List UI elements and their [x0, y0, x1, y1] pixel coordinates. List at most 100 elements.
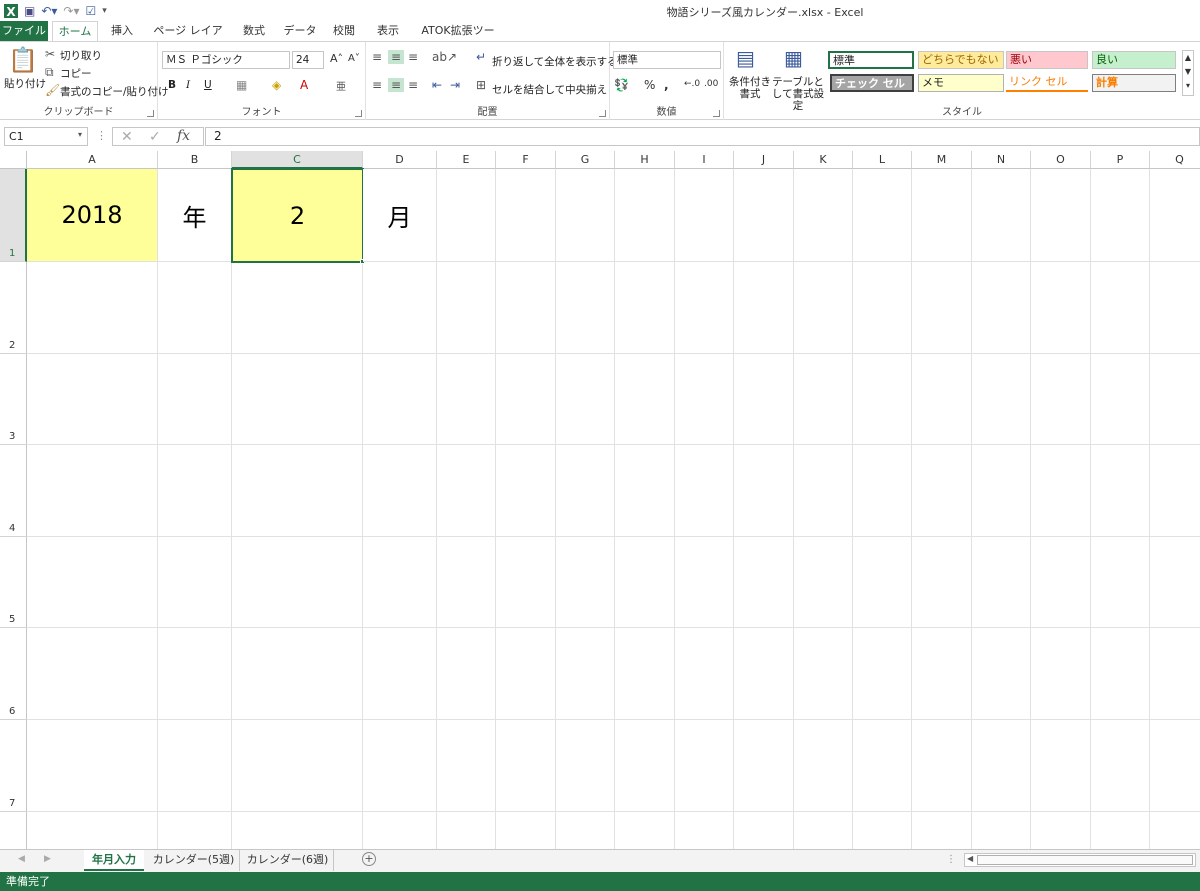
grid-cell[interactable] [158, 445, 232, 537]
horizontal-scrollbar[interactable]: ◀ [964, 853, 1196, 867]
grid-cell[interactable] [556, 262, 615, 354]
grid-cell[interactable] [794, 720, 853, 812]
grid-cell[interactable] [794, 628, 853, 720]
grid-cell[interactable] [794, 445, 853, 537]
grid-cell[interactable] [912, 720, 972, 812]
grid-cell[interactable] [1091, 720, 1150, 812]
grid-cell[interactable] [734, 628, 794, 720]
col-header-c[interactable]: C [232, 151, 363, 169]
prev-sheet-icon[interactable]: ◀ [18, 854, 25, 864]
row-header-8[interactable] [0, 812, 27, 849]
grid-cell[interactable] [615, 445, 675, 537]
grid-cell[interactable] [734, 812, 794, 849]
cancel-icon[interactable]: ✕ [121, 129, 133, 145]
grid-cell[interactable] [853, 812, 912, 849]
grid-cell[interactable] [853, 720, 912, 812]
row-header-7[interactable]: 7 [0, 720, 27, 812]
grid-cell[interactable] [675, 720, 734, 812]
grid-cell[interactable] [363, 262, 437, 354]
grid-cell[interactable] [912, 445, 972, 537]
comma-icon[interactable]: , [664, 78, 669, 92]
clipboard-launcher-icon[interactable] [147, 110, 154, 117]
grid-cell[interactable] [1150, 720, 1200, 812]
grid-cell[interactable] [1091, 354, 1150, 445]
tab-home[interactable]: ホーム [52, 21, 98, 42]
grid-cell[interactable] [496, 169, 556, 262]
grid-cell[interactable] [1091, 812, 1150, 849]
orientation-icon[interactable]: ab↗ [432, 50, 457, 64]
grid-cell[interactable] [615, 354, 675, 445]
paste-icon[interactable]: 📋 [8, 46, 38, 74]
align-left-icon[interactable]: ≡ [372, 78, 382, 92]
grid-cell[interactable] [615, 628, 675, 720]
grid-cell[interactable] [363, 628, 437, 720]
merge-center-button[interactable]: セルを結合して中央揃え [492, 82, 607, 97]
grid-cell[interactable] [158, 628, 232, 720]
cell-d1[interactable]: 月 [363, 169, 437, 262]
grid-cell[interactable] [912, 354, 972, 445]
increase-indent-icon[interactable]: ⇥ [450, 78, 460, 92]
grid-cell[interactable] [232, 720, 363, 812]
formula-input[interactable]: 2 [205, 127, 1200, 146]
col-header-n[interactable]: N [972, 151, 1031, 169]
grid-cell[interactable] [734, 720, 794, 812]
grid-cell[interactable] [158, 354, 232, 445]
format-as-table-icon[interactable]: ▦ [784, 46, 803, 70]
grid-cell[interactable] [734, 262, 794, 354]
bold-button[interactable]: B [168, 79, 176, 91]
style-check-cell[interactable]: チェック セル [830, 74, 914, 92]
grid-cell[interactable] [232, 537, 363, 628]
col-header-m[interactable]: M [912, 151, 972, 169]
col-header-l[interactable]: L [853, 151, 912, 169]
grid-cell[interactable] [853, 628, 912, 720]
grid-cell[interactable] [1031, 537, 1091, 628]
cell-c1[interactable]: 2 [231, 168, 364, 263]
copy-icon[interactable]: ⧉ [45, 65, 54, 80]
decrease-indent-icon[interactable]: ⇤ [432, 78, 442, 92]
grid-cell[interactable] [27, 628, 158, 720]
grid-cell[interactable] [158, 720, 232, 812]
grid-cell[interactable] [496, 445, 556, 537]
grid-cell[interactable] [1031, 720, 1091, 812]
grid-cell[interactable] [158, 262, 232, 354]
grid-cell[interactable] [1031, 354, 1091, 445]
grid-cell[interactable] [496, 354, 556, 445]
conditional-format-icon[interactable]: ▤ [736, 46, 755, 70]
decrease-font-icon[interactable]: A˅ [348, 53, 360, 64]
grid-cell[interactable] [615, 537, 675, 628]
style-neutral[interactable]: どちらでもない [918, 51, 1004, 69]
grid-cell[interactable] [675, 262, 734, 354]
align-right-icon[interactable]: ≡ [408, 78, 418, 92]
scissors-icon[interactable]: ✂ [45, 47, 55, 61]
grid-cell[interactable] [1150, 354, 1200, 445]
grid-cell[interactable] [675, 169, 734, 262]
grid-cell[interactable] [496, 262, 556, 354]
cell-b1[interactable]: 年 [158, 169, 232, 262]
wrap-text-button[interactable]: 折り返して全体を表示する [492, 54, 618, 69]
font-size-select[interactable]: 24 [292, 51, 324, 69]
grid-cell[interactable] [27, 720, 158, 812]
grid-cell[interactable] [734, 169, 794, 262]
tab-atok[interactable]: ATOK拡張ツール [418, 21, 498, 57]
grid-cell[interactable] [363, 812, 437, 849]
increase-decimal-icon[interactable]: ←.0 [684, 79, 700, 89]
grid-cell[interactable] [437, 445, 496, 537]
col-header-h[interactable]: H [615, 151, 675, 169]
grid-cell[interactable] [734, 445, 794, 537]
grid-cell[interactable] [496, 812, 556, 849]
grid-cell[interactable] [1091, 169, 1150, 262]
row-header-4[interactable]: 4 [0, 445, 27, 537]
grid-cell[interactable] [853, 169, 912, 262]
name-box-dropdown-icon[interactable]: ▾ [78, 130, 82, 139]
style-calculation[interactable]: 計算 [1092, 74, 1176, 92]
wrap-text-icon[interactable]: ↵ [476, 50, 486, 64]
tab-view[interactable]: 表示 [372, 21, 404, 41]
grid-cell[interactable] [972, 169, 1031, 262]
grid-cell[interactable] [912, 262, 972, 354]
grid-cell[interactable] [1150, 628, 1200, 720]
grid-cell[interactable] [556, 628, 615, 720]
grid-cell[interactable] [972, 262, 1031, 354]
sheet-tab-calendar-6w[interactable]: カレンダー(6週) [242, 850, 334, 871]
grid-cell[interactable] [1091, 445, 1150, 537]
grid-cell[interactable] [27, 537, 158, 628]
